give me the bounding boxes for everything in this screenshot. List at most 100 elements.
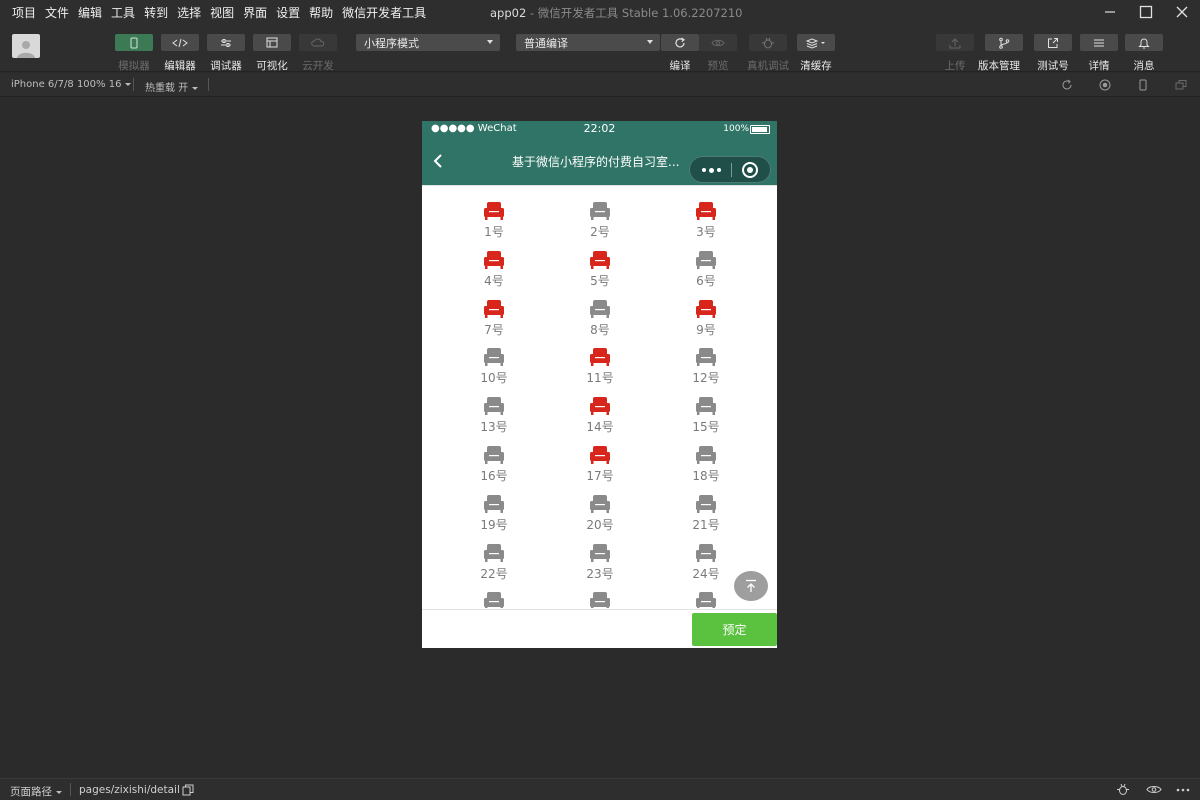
page-path-select[interactable]: 页面路径 xyxy=(10,784,62,799)
seat-item[interactable]: 9号 xyxy=(676,298,736,338)
upload-button[interactable]: 上传 xyxy=(936,34,974,73)
menu-edit[interactable]: 编辑 xyxy=(78,4,102,21)
seat-item[interactable]: 1号 xyxy=(464,200,524,240)
seat-item[interactable]: 3号 xyxy=(676,200,736,240)
preview-toggle[interactable] xyxy=(699,34,737,51)
book-button[interactable]: 预定 xyxy=(692,613,777,646)
seat-item[interactable]: 24号 xyxy=(676,542,736,582)
details-toggle[interactable] xyxy=(1080,34,1118,51)
real-device-button[interactable]: 真机调试 xyxy=(747,34,789,73)
menu-settings[interactable]: 设置 xyxy=(276,4,300,21)
menu-help[interactable]: 帮助 xyxy=(309,4,333,21)
seat-item[interactable]: 17号 xyxy=(570,444,630,484)
editor-toggle[interactable] xyxy=(161,34,199,51)
bug-icon[interactable] xyxy=(1116,783,1130,796)
editor-button[interactable]: 编辑器 xyxy=(161,34,199,73)
messages-button[interactable]: 消息 xyxy=(1125,34,1163,73)
seat-item[interactable]: 2号 xyxy=(570,200,630,240)
layout-icon xyxy=(266,37,278,48)
device-select[interactable]: iPhone 6/7/8 100% 16 xyxy=(11,79,132,90)
seat-item[interactable]: 19号 xyxy=(464,493,524,533)
clear-cache-toggle[interactable] xyxy=(797,34,835,51)
seat-item[interactable] xyxy=(676,590,736,608)
messages-toggle[interactable] xyxy=(1125,34,1163,51)
real-device-toggle[interactable] xyxy=(749,34,787,51)
compile-toggle[interactable] xyxy=(661,34,699,51)
cloud-button[interactable]: 云开发 xyxy=(299,34,337,73)
window-title-app: app02 xyxy=(490,6,527,20)
more-icon[interactable] xyxy=(702,167,724,173)
seat-item[interactable]: 14号 xyxy=(570,395,630,435)
seat-item[interactable]: 5号 xyxy=(570,249,630,289)
menu-view[interactable]: 视图 xyxy=(210,4,234,21)
record-button[interactable] xyxy=(1098,78,1112,92)
simulator-toggle[interactable] xyxy=(115,34,153,51)
more-icon[interactable] xyxy=(1176,788,1190,792)
menu-wechat-devtools[interactable]: 微信开发者工具 xyxy=(342,4,426,21)
chevron-down-icon xyxy=(647,40,653,44)
seat-list[interactable]: 1号 2号 3号 4号 5号 6号 7号 8号 9号 10号 11号 12号 13号 14号 15号 16号 1… xyxy=(422,185,777,608)
compile-select[interactable]: 普通编译 xyxy=(516,34,660,51)
seat-label: 17号 xyxy=(586,469,614,483)
test-toggle[interactable] xyxy=(1034,34,1072,51)
close-button[interactable] xyxy=(1164,0,1200,24)
close-icon xyxy=(1176,6,1188,18)
maximize-button[interactable] xyxy=(1128,0,1164,24)
seat-item[interactable]: 7号 xyxy=(464,298,524,338)
seat-item[interactable]: 18号 xyxy=(676,444,736,484)
details-button[interactable]: 详情 xyxy=(1080,34,1118,73)
seat-item[interactable]: 23号 xyxy=(570,542,630,582)
seat-item[interactable]: 12号 xyxy=(676,346,736,386)
capsule-menu[interactable] xyxy=(689,156,771,183)
debugger-toggle[interactable] xyxy=(207,34,245,51)
copy-icon[interactable] xyxy=(182,784,194,796)
upload-toggle[interactable] xyxy=(936,34,974,51)
back-button[interactable] xyxy=(431,152,445,170)
seat-item[interactable]: 8号 xyxy=(570,298,630,338)
device-frame-button[interactable] xyxy=(1136,78,1150,92)
seat-item[interactable] xyxy=(464,590,524,608)
simulator-button[interactable]: 模拟器 xyxy=(115,34,153,73)
detach-window-button[interactable] xyxy=(1174,78,1188,92)
rotate-button[interactable] xyxy=(1060,78,1074,92)
seat-item[interactable]: 20号 xyxy=(570,493,630,533)
hot-reload-select[interactable]: 热重载 开 xyxy=(145,79,199,94)
seat-item[interactable]: 4号 xyxy=(464,249,524,289)
preview-button[interactable]: 预览 xyxy=(699,34,737,73)
cloud-label: 云开发 xyxy=(302,60,334,72)
cloud-toggle[interactable] xyxy=(299,34,337,51)
avatar[interactable] xyxy=(12,34,40,58)
scroll-to-top-button[interactable] xyxy=(734,571,768,601)
seat-label: 23号 xyxy=(586,566,614,581)
menu-tools[interactable]: 工具 xyxy=(111,4,135,21)
menu-select[interactable]: 选择 xyxy=(177,4,201,21)
eye-icon[interactable] xyxy=(1146,784,1162,795)
mode-select[interactable]: 小程序模式 xyxy=(356,34,500,51)
minimize-button[interactable] xyxy=(1092,0,1128,24)
version-button[interactable]: 版本管理 xyxy=(978,34,1023,73)
seat-item[interactable]: 21号 xyxy=(676,493,736,533)
seat-item[interactable]: 22号 xyxy=(464,542,524,582)
menu-project[interactable]: 项目 xyxy=(12,4,36,21)
close-miniprogram-icon[interactable] xyxy=(742,162,758,178)
visual-button[interactable]: 可视化 xyxy=(253,34,291,73)
seat-item[interactable]: 11号 xyxy=(570,346,630,386)
preview-label: 预览 xyxy=(707,60,729,72)
test-button[interactable]: 测试号 xyxy=(1034,34,1072,73)
chevron-down-icon xyxy=(487,40,493,44)
compile-button[interactable]: 编译 xyxy=(661,34,699,73)
menu-goto[interactable]: 转到 xyxy=(144,4,168,21)
menu-interface[interactable]: 界面 xyxy=(243,4,267,21)
clear-cache-label: 清缓存 xyxy=(800,60,832,72)
seat-item[interactable]: 15号 xyxy=(676,395,736,435)
debugger-button[interactable]: 调试器 xyxy=(207,34,245,73)
clear-cache-button[interactable]: 清缓存 xyxy=(797,34,835,73)
seat-item[interactable]: 10号 xyxy=(464,346,524,386)
visual-toggle[interactable] xyxy=(253,34,291,51)
version-toggle[interactable] xyxy=(985,34,1023,51)
seat-item[interactable]: 13号 xyxy=(464,395,524,435)
seat-item[interactable]: 6号 xyxy=(676,249,736,289)
menu-file[interactable]: 文件 xyxy=(45,4,69,21)
seat-item[interactable] xyxy=(570,590,630,608)
seat-item[interactable]: 16号 xyxy=(464,444,524,484)
